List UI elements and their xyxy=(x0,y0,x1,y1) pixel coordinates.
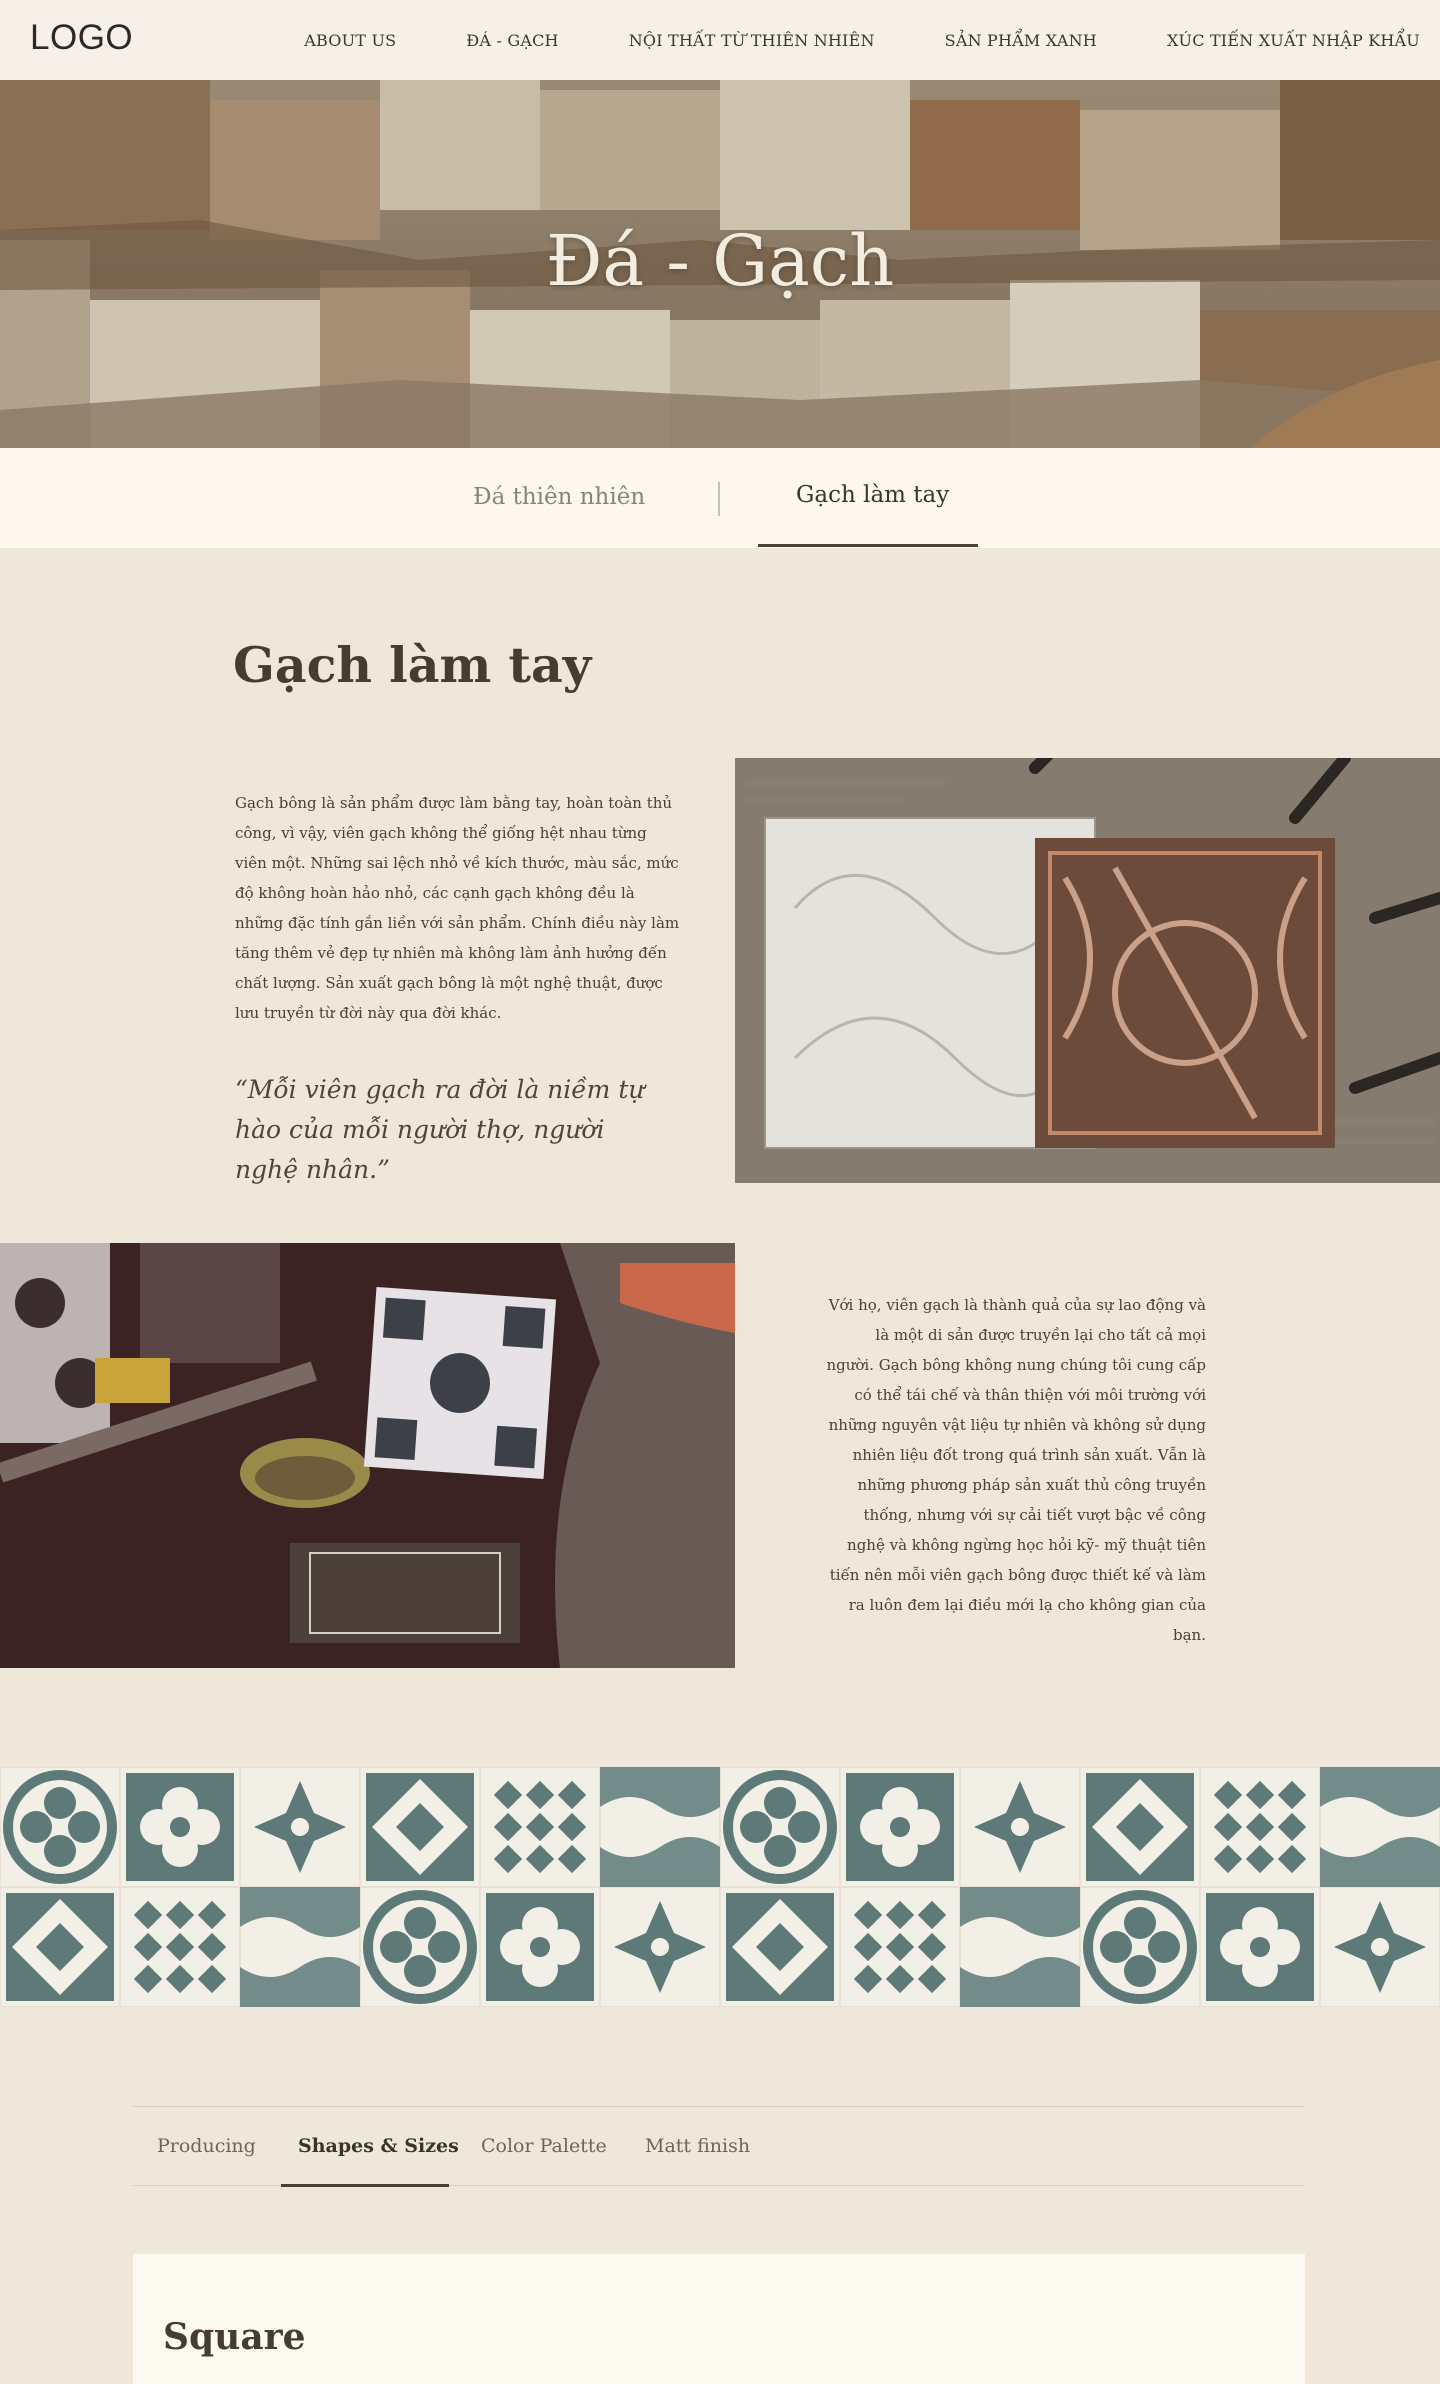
nav-xuc-tien[interactable]: XÚC TIẾN XUẤT NHẬP KHẨU xyxy=(1167,31,1420,50)
tab-matt-finish[interactable]: Matt finish xyxy=(645,2135,750,2157)
shape-card: Square xyxy=(133,2254,1305,2384)
tab-color-palette[interactable]: Color Palette xyxy=(481,2135,607,2157)
detail-paragraph: Với họ, viên gạch là thành quả của sự la… xyxy=(826,1296,1206,1644)
nav-noi-that[interactable]: NỘI THẤT TỪ THIÊN NHIÊN xyxy=(629,31,875,50)
tile xyxy=(841,1888,959,2006)
tile xyxy=(121,1888,239,2006)
section-heading: Gạch làm tay xyxy=(233,636,592,694)
tile xyxy=(241,1768,359,1886)
product-info-tabs: Producing Shapes & Sizes Color Palette M… xyxy=(133,2106,1305,2187)
intro-paragraph: Gạch bông là sản phẩm được làm bằng tay,… xyxy=(235,794,680,1022)
tile xyxy=(1320,1767,1440,1887)
tile xyxy=(1201,1888,1319,2006)
hero-title: Đá - Gạch xyxy=(545,220,895,302)
tile xyxy=(961,1768,1079,1886)
tile xyxy=(1201,1768,1319,1886)
tile xyxy=(721,1768,839,1886)
tile-making-image xyxy=(0,1243,735,1668)
tile xyxy=(481,1768,599,1886)
tile xyxy=(481,1888,599,2006)
hero-banner: Đá - Gạch xyxy=(0,80,1440,448)
nav-da-gach[interactable]: ĐÁ - GẠCH xyxy=(466,31,558,50)
tab-producing[interactable]: Producing xyxy=(157,2135,256,2157)
nav-about-us[interactable]: ABOUT US xyxy=(304,31,396,50)
active-tab-indicator xyxy=(758,544,978,547)
tile xyxy=(361,1768,479,1886)
main-nav: ABOUT US ĐÁ - GẠCH NỘI THẤT TỪ THIÊN NHI… xyxy=(234,0,1420,80)
tile xyxy=(361,1888,479,2006)
tile xyxy=(1,1768,119,1886)
tile-pattern xyxy=(1,1767,1440,2007)
tile xyxy=(601,1888,719,2006)
tile xyxy=(1321,1888,1439,2006)
tile xyxy=(1081,1768,1199,1886)
site-header: LOGO ABOUT US ĐÁ - GẠCH NỘI THẤT TỪ THIÊ… xyxy=(0,0,1440,80)
tab-da-thien-nhien[interactable]: Đá thiên nhiên xyxy=(473,484,645,510)
tab-shapes-sizes[interactable]: Shapes & Sizes xyxy=(298,2135,459,2157)
category-tabs: Đá thiên nhiên Gạch làm tay xyxy=(0,448,1440,548)
active-subtab-indicator xyxy=(281,2184,449,2187)
tile xyxy=(240,1887,360,2007)
card-title: Square xyxy=(163,2316,306,2358)
tile xyxy=(1081,1888,1199,2006)
tab-divider xyxy=(718,482,720,516)
tile xyxy=(600,1767,720,1887)
tile-pattern-band xyxy=(0,1767,1440,2007)
tile xyxy=(960,1887,1080,2007)
tile xyxy=(841,1768,959,1886)
nav-san-pham-xanh[interactable]: SẢN PHẨM XANH xyxy=(945,31,1097,50)
logo[interactable]: LOGO xyxy=(30,18,133,58)
tile xyxy=(721,1888,839,2006)
tile-mold-image xyxy=(735,758,1440,1183)
artisan-quote: “Mỗi viên gạch ra đời là niềm tự hào của… xyxy=(235,1075,645,1184)
tab-gach-lam-tay[interactable]: Gạch làm tay xyxy=(796,482,949,508)
tile xyxy=(1,1888,119,2006)
tile xyxy=(121,1768,239,1886)
